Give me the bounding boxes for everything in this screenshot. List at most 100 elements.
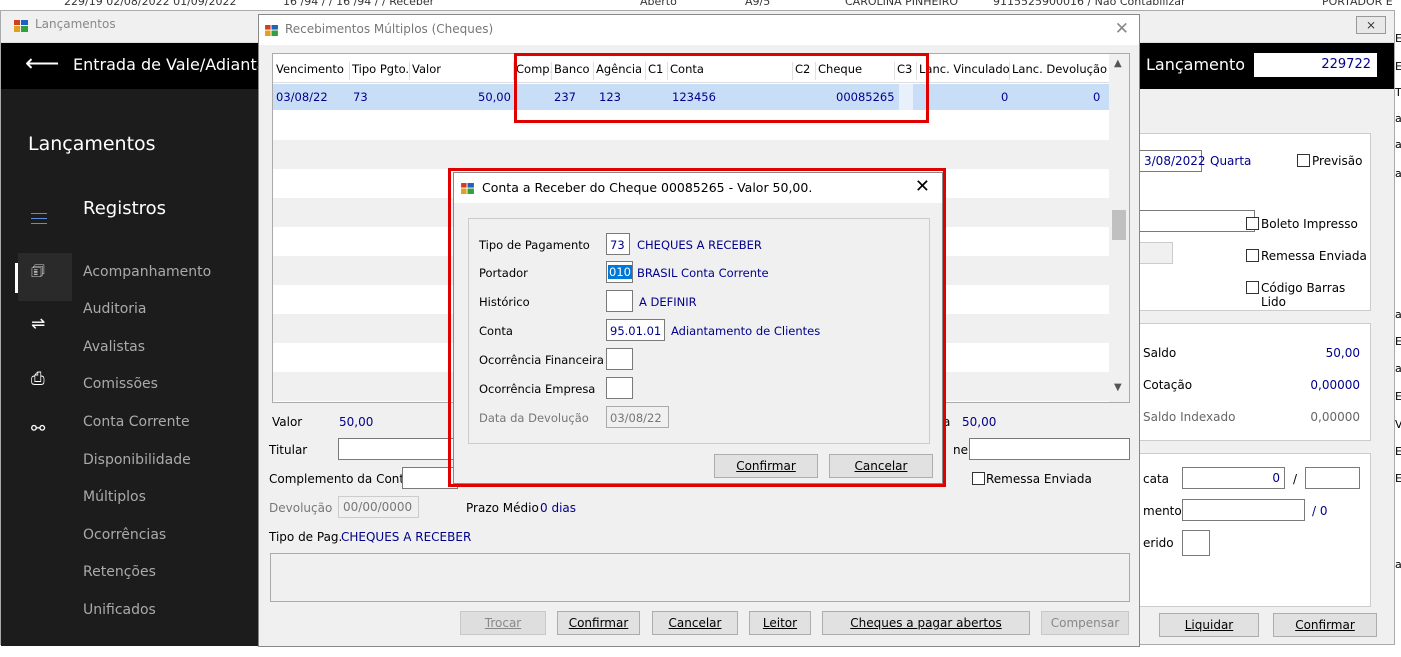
bg-fragment: 229/19 02/08/2022 01/09/2022 [64, 0, 237, 8]
remessa-enviada-checkbox[interactable] [972, 472, 985, 485]
main-confirmar-button[interactable]: Confirmar [1273, 613, 1377, 637]
erido-field[interactable] [1182, 530, 1210, 556]
saldo-indexado-value: 0,00000 [1310, 410, 1360, 424]
sidebar-group-title: Registros [83, 198, 167, 219]
liquidar-button[interactable]: Liquidar [1159, 613, 1259, 637]
app-icon [14, 20, 28, 32]
sidebar-item-disponibilidade[interactable]: Disponibilidade [83, 452, 191, 468]
sidebar-item-multiplos[interactable]: Múltiplos [83, 489, 146, 505]
chevron-up-icon[interactable]: ▲ [1114, 58, 1122, 69]
bg-fragment: CAROLINA PINHEIRO [845, 0, 959, 8]
prazo-value: 0 dias [540, 501, 577, 515]
col-lanc-vinculado[interactable]: Lanc. Vinculado [916, 62, 1010, 80]
compensar-button: Compensar [1041, 611, 1129, 635]
close-icon[interactable]: ✕ [1115, 19, 1129, 39]
codigo-label: Código Barras Lido [1261, 281, 1346, 309]
tipo-pag-label: Tipo de Pag. [269, 530, 343, 544]
remessa-enviada-label: Remessa Enviada [986, 472, 1092, 486]
window-title: Lançamentos [35, 17, 116, 31]
col-vencimento[interactable]: Vencimento [273, 62, 344, 80]
sidebar-section-title: Lançamentos [28, 133, 156, 155]
sidebar-selection-indicator [15, 263, 18, 293]
network-icon[interactable]: ⚯ [31, 419, 45, 439]
hamburger-icon[interactable] [31, 213, 47, 228]
bg-fragment: 9115525900016 / Não Contabilizar [993, 0, 1186, 8]
right-panel-extra: cata 0 / mento / 0 erido [1139, 453, 1371, 607]
mento-label: mento [1143, 504, 1182, 518]
notes-area[interactable] [270, 553, 1130, 602]
bg-fragment: 16 /94 / / 16 /94 / / Receber [283, 0, 435, 8]
sidebar-item-comissoes[interactable]: Comissões [83, 376, 158, 392]
sidebar-item-ocorrencias[interactable]: Ocorrências [83, 527, 166, 543]
mento-field[interactable] [1182, 499, 1305, 521]
devolucao-field: 00/00/0000 [338, 496, 419, 518]
titular-field[interactable] [338, 438, 458, 460]
sidebar-item-unificados[interactable]: Unificados [83, 602, 156, 618]
edge-fragments: E E TA a a a a ES a E Vo E E a [1395, 10, 1401, 645]
erido-label: erido [1143, 536, 1174, 550]
tipo-pag-value: CHEQUES A RECEBER [341, 530, 472, 544]
cotacao-value: 0,00000 [1310, 378, 1360, 392]
highlight-box-dialog [448, 168, 946, 487]
sidebar-item-auditoria[interactable]: Auditoria [83, 301, 147, 317]
transfer-icon[interactable]: ⇌ [31, 314, 45, 334]
ne-field[interactable] [969, 438, 1130, 460]
bg-fragment: PORTADOR E [1322, 0, 1393, 8]
sidebar-item-acompanhamento[interactable]: Acompanhamento [83, 264, 211, 280]
remessa-checkbox[interactable] [1246, 249, 1259, 262]
right-input-1[interactable] [1140, 210, 1255, 232]
cata-field-2[interactable] [1305, 467, 1360, 489]
bg-fragment: A9/5 [745, 0, 771, 8]
cancelar-button[interactable]: Cancelar [652, 611, 738, 635]
saldo-value: 50,00 [1325, 346, 1360, 360]
complemento-label: Complemento da Conta [269, 472, 412, 486]
col-valor[interactable]: Valor [409, 62, 441, 80]
cell-vinculado: 0 [1001, 90, 1009, 104]
cell-devolucao: 0 [1093, 90, 1101, 104]
cata-field[interactable]: 0 [1182, 467, 1285, 489]
cotacao-label: Cotação [1143, 378, 1193, 392]
close-button[interactable]: ⨯ [1356, 16, 1386, 34]
bg-fragment: Aberto [640, 0, 677, 8]
col-tipo-pgto[interactable]: Tipo Pgto. [349, 62, 409, 80]
cell-valor: 50,00 [478, 90, 511, 104]
document-icon[interactable]: 🗊 [31, 261, 45, 286]
sidebar-item-conta-corrente[interactable]: Conta Corrente [83, 414, 190, 430]
devolucao-label: Devolução [269, 501, 333, 515]
lancamento-label: Lançamento [1146, 55, 1246, 74]
right-input-2 [1140, 242, 1173, 264]
col-lanc-devolucao[interactable]: Lanc. Devolução [1009, 62, 1107, 80]
prazo-label: Prazo Médio [466, 501, 539, 515]
page-title: Entrada de Vale/Adianta [73, 55, 267, 74]
date-field[interactable]: 3/08/2022 [1140, 150, 1206, 172]
sidebar-item-avalistas[interactable]: Avalistas [83, 339, 145, 355]
saldo-indexado-label: Saldo Indexado [1143, 410, 1236, 424]
sidebar-item-retencoes[interactable]: Retenções [83, 564, 156, 580]
confirmar-button[interactable]: Confirmar [557, 611, 640, 635]
cheques-a-pagar-button[interactable]: Cheques a pagar abertos [822, 611, 1030, 635]
right-panel-saldo: Saldo 50,00 Cotação 0,00000 Saldo Indexa… [1139, 323, 1371, 441]
chevron-down-icon[interactable]: ▼ [1114, 382, 1122, 393]
right-panel-dates: 3/08/2022 Quarta Previsão Boleto Impress… [1139, 133, 1371, 311]
sidebar-selection [18, 253, 72, 301]
grid-scrollbar[interactable]: ▲ ▼ [1109, 54, 1129, 402]
boleto-label: Boleto Impresso [1261, 217, 1358, 231]
titular-label: Titular [269, 443, 308, 457]
valor2-value: 50,00 [962, 415, 997, 429]
scroll-thumb[interactable] [1112, 210, 1126, 240]
recebimentos-titlebar: Recebimentos Múltiplos (Cheques) ✕ [259, 15, 1139, 45]
back-arrow-icon[interactable]: ⟵ [25, 49, 59, 77]
cata-label: cata [1143, 472, 1170, 486]
valor-value: 50,00 [339, 415, 374, 429]
previsao-label: Previsão [1312, 154, 1363, 168]
weekday-label: Quarta [1210, 154, 1252, 168]
mento-suffix: / 0 [1312, 504, 1328, 518]
leitor-button[interactable]: Leitor [749, 611, 811, 635]
codigo-checkbox[interactable] [1246, 281, 1259, 294]
boleto-checkbox[interactable] [1246, 217, 1259, 230]
print-icon[interactable]: ⎙ [31, 369, 45, 389]
background-list-strip: 229/19 02/08/2022 01/09/2022 16 /94 / / … [0, 0, 1401, 10]
app-icon [265, 25, 278, 36]
lancamento-value: 229722 [1254, 53, 1377, 77]
previsao-checkbox[interactable] [1297, 154, 1310, 167]
